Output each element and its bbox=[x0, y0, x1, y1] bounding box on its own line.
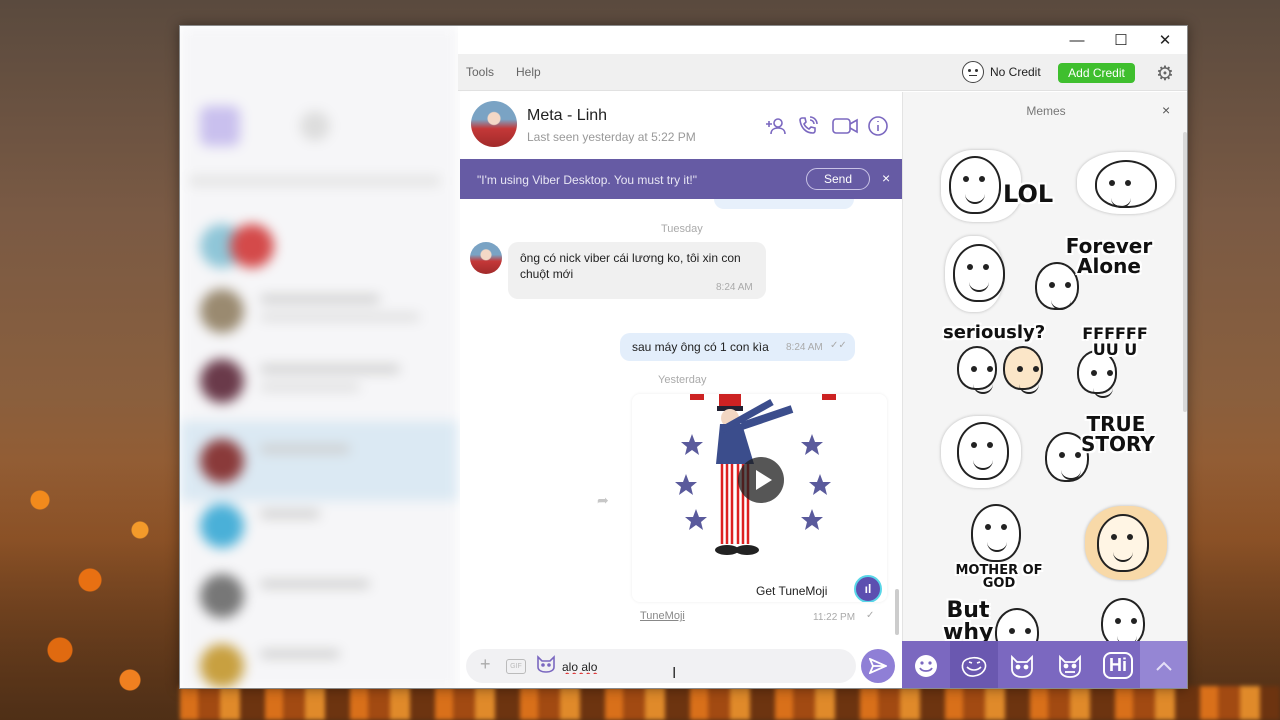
meme-sticker-ffffff-uuu[interactable]: FFFFFF UU U bbox=[1071, 320, 1181, 404]
meme-caption: LOL bbox=[1003, 180, 1054, 208]
cat-tab-icon[interactable] bbox=[998, 641, 1046, 688]
incoming-message-time: 8:24 AM bbox=[716, 282, 753, 293]
invite-text: "I'm using Viber Desktop. You must try i… bbox=[477, 173, 698, 187]
sticker-cat-icon[interactable] bbox=[536, 655, 556, 678]
plus-attach-icon[interactable]: + bbox=[480, 654, 491, 675]
meme-sticker-fuck-yea-girl[interactable] bbox=[1071, 502, 1181, 586]
troll-face-icon bbox=[962, 61, 984, 83]
meme-sticker-but-why[interactable]: But why bbox=[939, 592, 1059, 641]
chevron-up-icon[interactable] bbox=[1140, 641, 1187, 688]
sent-check-icon: ✓ bbox=[866, 610, 875, 621]
memes-sticker-panel: Memes × LOL Forever Alone seriously? FFF… bbox=[902, 92, 1187, 641]
contact-name[interactable]: Meta - Linh bbox=[527, 107, 607, 125]
meme-sticker-troll-face[interactable] bbox=[1071, 144, 1181, 228]
credit-status[interactable]: No Credit bbox=[962, 61, 1041, 83]
forward-icon[interactable]: ➦ bbox=[597, 492, 609, 509]
maximize-button[interactable]: ☐ bbox=[1099, 26, 1143, 54]
play-video-button[interactable] bbox=[738, 457, 784, 503]
tunemoji-video-message[interactable]: Get TuneMoji ıl bbox=[632, 394, 887, 602]
message-list[interactable]: Tuesday ông có nick viber cái lương ko, … bbox=[460, 199, 902, 641]
meme-sticker-lol[interactable]: LOL bbox=[941, 144, 1054, 228]
cat-tet-tab-icon[interactable] bbox=[1046, 641, 1094, 688]
composer-field: + GIF Ι bbox=[466, 649, 856, 683]
info-icon[interactable] bbox=[866, 114, 890, 138]
meme-sticker-true-story[interactable]: TRUE STORY bbox=[1031, 410, 1155, 494]
troll-face-tab-icon[interactable] bbox=[950, 641, 998, 688]
meme-sticker-mother-of-god[interactable]: MOTHER OF GOD bbox=[939, 502, 1059, 590]
title-bar: — ☐ ✕ bbox=[458, 26, 1187, 54]
meme-caption: TRUE STORY bbox=[1081, 412, 1155, 456]
invite-send-button[interactable]: Send bbox=[806, 168, 870, 190]
chat-header: Meta - Linh Last seen yesterday at 5:22 … bbox=[460, 92, 902, 158]
add-credit-button[interactable]: Add Credit bbox=[1058, 63, 1135, 83]
meme-caption: FFFFFF UU U bbox=[1082, 324, 1148, 359]
gif-icon[interactable]: GIF bbox=[506, 659, 526, 674]
message-input[interactable] bbox=[562, 658, 802, 676]
sender-avatar[interactable] bbox=[470, 242, 502, 274]
meme-caption: Forever Alone bbox=[1065, 234, 1153, 278]
memes-title: Memes bbox=[1026, 104, 1066, 118]
conversation-list-blurred bbox=[180, 26, 458, 688]
menu-tools[interactable]: Tools bbox=[466, 65, 494, 79]
sticker-tab-bar: Hi bbox=[902, 641, 1187, 688]
incoming-message-text: ông có nick viber cái lương ko, tôi xin … bbox=[520, 251, 741, 281]
previous-message-bubble[interactable] bbox=[714, 199, 854, 209]
meme-caption: But why bbox=[943, 598, 994, 642]
video-call-icon[interactable] bbox=[830, 114, 860, 138]
contact-avatar[interactable] bbox=[471, 101, 517, 147]
settings-gear-icon[interactable]: ⚙ bbox=[1156, 61, 1174, 86]
delivered-check-icon: ✓✓ bbox=[830, 340, 847, 351]
close-window-button[interactable]: ✕ bbox=[1143, 26, 1187, 54]
send-arrow-icon bbox=[869, 658, 887, 674]
meme-sticker-forever-alone[interactable]: Forever Alone bbox=[1033, 232, 1153, 316]
viber-window: — ☐ ✕ Tools Help No Credit Add Credit ⚙ … bbox=[179, 25, 1188, 689]
day-separator-yesterday: Yesterday bbox=[658, 374, 707, 386]
video-message-time: 11:22 PM bbox=[813, 612, 856, 623]
last-seen-status: Last seen yesterday at 5:22 PM bbox=[527, 130, 696, 144]
outgoing-message-time: 8:24 AM bbox=[786, 342, 823, 353]
invite-close-icon[interactable]: × bbox=[882, 170, 890, 186]
meme-caption: seriously? bbox=[943, 322, 1046, 343]
outgoing-message-bubble[interactable]: sau máy ông có 1 con kìa 8:24 AM ✓✓ bbox=[620, 333, 855, 361]
menu-help[interactable]: Help bbox=[516, 65, 541, 79]
no-credit-label: No Credit bbox=[990, 65, 1041, 79]
meme-sticker-obama[interactable] bbox=[1071, 592, 1181, 641]
add-participant-icon[interactable] bbox=[764, 114, 788, 138]
send-message-button[interactable] bbox=[861, 649, 895, 683]
meme-sticker-seriously[interactable]: seriously? bbox=[943, 320, 1063, 404]
minimize-button[interactable]: — bbox=[1055, 26, 1099, 54]
hi-tab-label: Hi bbox=[1103, 652, 1133, 679]
voice-call-icon[interactable] bbox=[796, 114, 820, 138]
get-tunemoji-label[interactable]: Get TuneMoji bbox=[756, 584, 827, 598]
desktop-background-flowers bbox=[180, 686, 1280, 720]
text-cursor-icon: Ι bbox=[672, 665, 677, 682]
meme-caption: MOTHER OF GOD bbox=[955, 563, 1043, 591]
message-composer: + GIF Ι bbox=[460, 641, 902, 688]
memes-scrollbar[interactable] bbox=[1183, 132, 1187, 412]
outgoing-message-text: sau máy ông có 1 con kìa bbox=[632, 340, 769, 354]
invite-banner: "I'm using Viber Desktop. You must try i… bbox=[460, 159, 902, 199]
day-separator-tuesday: Tuesday bbox=[661, 223, 703, 235]
tunemoji-logo-icon[interactable]: ıl bbox=[854, 575, 882, 602]
incoming-message-bubble[interactable]: ông có nick viber cái lương ko, tôi xin … bbox=[508, 242, 766, 299]
memes-close-icon[interactable]: × bbox=[1162, 102, 1170, 118]
hi-tab-icon[interactable]: Hi bbox=[1094, 641, 1142, 688]
message-scrollbar[interactable] bbox=[895, 589, 899, 635]
emoji-tab-icon[interactable] bbox=[902, 641, 950, 688]
tunemoji-link[interactable]: TuneMoji bbox=[640, 610, 685, 622]
